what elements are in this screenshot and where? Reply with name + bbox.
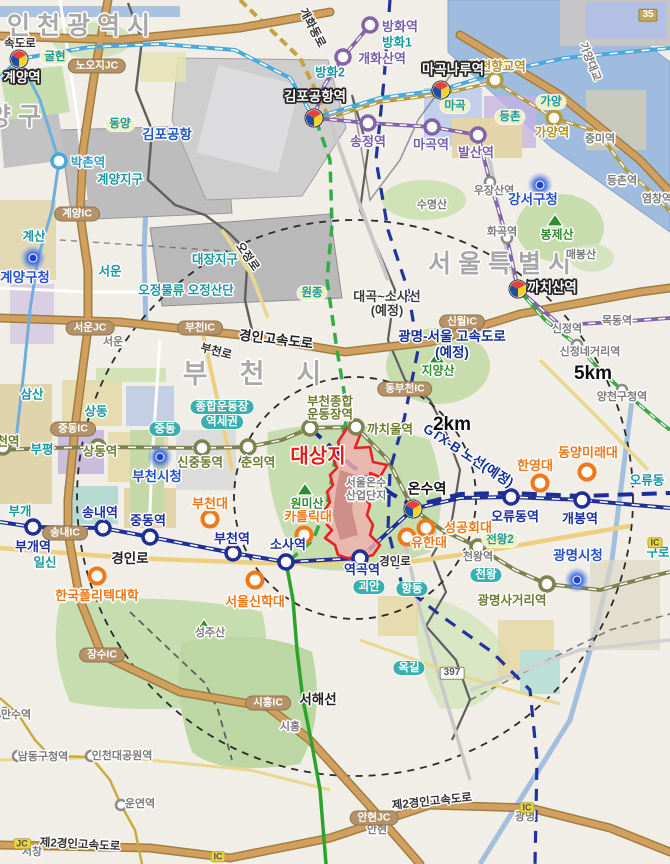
mountain-icon: [196, 619, 212, 631]
station-marker: [96, 521, 110, 535]
station-marker: [241, 440, 255, 454]
transfer-station-marker: [10, 50, 28, 68]
station-marker: [547, 111, 561, 125]
map-markers-layer: [0, 0, 670, 864]
station-marker: [279, 555, 293, 569]
transfer-station-marker: [432, 81, 450, 99]
university-marker: [203, 512, 218, 527]
station-marker: [572, 340, 582, 350]
transfer-station-marker: [305, 109, 323, 127]
university-marker: [248, 573, 263, 588]
transfer-station-marker: [509, 280, 527, 298]
station-marker: [353, 551, 367, 565]
station-marker: [13, 751, 23, 761]
university-marker: [580, 465, 595, 480]
station-marker: [485, 177, 495, 187]
station-marker: [226, 546, 240, 560]
station-marker: [349, 420, 363, 434]
station-marker: [425, 120, 439, 134]
university-marker: [533, 476, 548, 491]
station-marker: [504, 490, 518, 504]
station-marker: [143, 530, 157, 544]
station-marker: [471, 128, 485, 142]
station-marker: [540, 577, 554, 591]
station-marker: [26, 520, 40, 534]
station-marker: [575, 493, 589, 507]
station-marker: [502, 233, 512, 243]
station-marker: [91, 440, 105, 454]
mountain-icon: [547, 214, 563, 226]
station-marker: [303, 421, 317, 435]
government-marker: [564, 567, 590, 593]
map-canvas[interactable]: 인천광역시양구서울특별시부천시계양지구계산서운대장지구오정물류 오정산단원종삼산…: [0, 0, 670, 864]
university-marker: [400, 530, 415, 545]
station-marker: [0, 440, 10, 454]
station-marker: [336, 50, 350, 64]
station-marker: [0, 708, 10, 718]
university-marker: [90, 569, 105, 584]
mountain-icon: [429, 351, 445, 363]
station-marker: [617, 385, 627, 395]
station-marker: [86, 751, 96, 761]
station-marker: [361, 116, 375, 130]
station-marker: [363, 18, 377, 32]
government-marker: [527, 172, 553, 198]
station-marker: [116, 800, 126, 810]
government-marker: [20, 245, 46, 271]
station-marker: [195, 441, 209, 455]
mountain-icon: [297, 483, 313, 495]
transfer-station-marker: [404, 500, 422, 518]
station-marker: [52, 154, 66, 168]
station-marker: [471, 540, 485, 554]
university-marker: [419, 521, 434, 536]
university-marker: [297, 528, 312, 543]
station-marker: [488, 73, 502, 87]
government-marker: [147, 444, 173, 470]
